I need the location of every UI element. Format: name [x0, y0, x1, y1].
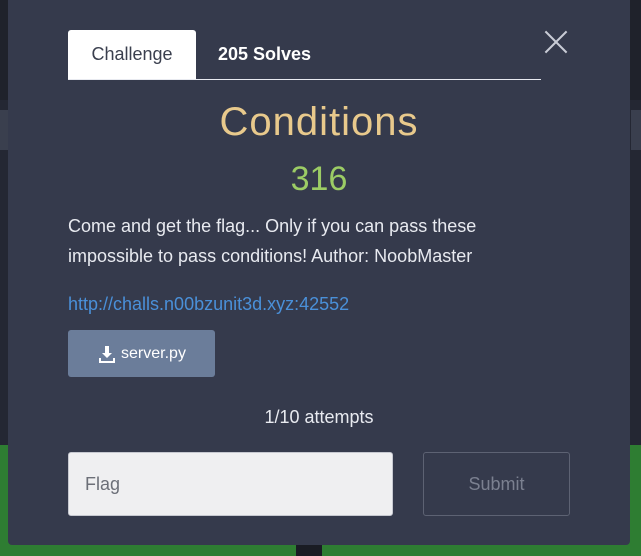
modal-tabs: Challenge 205 Solves — [68, 30, 541, 80]
flag-input[interactable] — [68, 452, 393, 516]
challenge-points: 316 — [290, 160, 348, 198]
challenge-description: Come and get the flag... Only if you can… — [68, 216, 477, 266]
tab-challenge[interactable]: Challenge — [68, 30, 196, 79]
challenge-modal: Challenge 205 Solves Conditions 316 Come… — [8, 0, 630, 545]
file-name: server.py — [121, 344, 186, 362]
challenge-title: Conditions — [219, 100, 419, 144]
background-card-edge-right — [631, 110, 641, 150]
close-icon[interactable] — [543, 29, 569, 55]
attempts-counter: 1/10 attempts — [264, 407, 374, 427]
tab-solves[interactable]: 205 Solves — [218, 30, 311, 79]
download-icon — [99, 345, 116, 363]
submit-button[interactable]: Submit — [423, 452, 570, 516]
download-file-button[interactable]: server.py — [68, 330, 215, 377]
challenge-link[interactable]: http://challs.n00bzunit3d.xyz:42552 — [68, 294, 349, 315]
